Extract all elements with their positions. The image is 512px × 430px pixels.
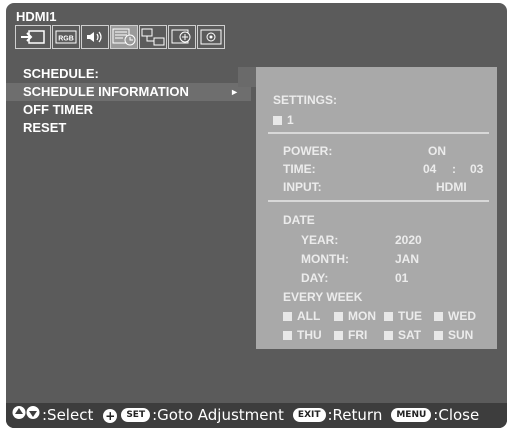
weekday-option-sat[interactable]: SAT — [384, 328, 421, 342]
time-hour: 04 — [423, 162, 437, 176]
weekday-option-wed[interactable]: WED — [434, 309, 476, 323]
every-week-label: EVERY WEEK — [283, 290, 363, 304]
input-label: INPUT: — [283, 180, 322, 194]
exit-key-icon: EXIT — [292, 407, 326, 422]
menu-heading: SCHEDULE: — [23, 66, 99, 81]
month-label: MONTH: — [301, 252, 349, 266]
checkbox-icon — [384, 312, 393, 321]
weekday-label: TUE — [398, 309, 422, 323]
rgb-icon: RGB — [55, 30, 77, 44]
time-minute: 03 — [470, 162, 484, 176]
day-label: DAY: — [301, 271, 329, 285]
settings-label: SETTINGS: — [273, 93, 338, 107]
day-value: 01 — [395, 271, 409, 285]
weekday-option-thu[interactable]: THU — [283, 328, 322, 342]
menu-item-label: OFF TIMER — [23, 102, 94, 117]
weekday-label: SAT — [398, 328, 422, 342]
tab-picture[interactable]: RGB — [52, 25, 80, 49]
protect-icon — [171, 29, 193, 45]
weekday-option-fri[interactable]: FRI — [334, 328, 367, 342]
rgb-icon-text: RGB — [58, 36, 74, 43]
weekday-label: THU — [297, 328, 322, 342]
checkbox-icon — [434, 331, 443, 340]
select-hint: :Select — [42, 405, 94, 424]
multi-display-icon — [141, 28, 165, 46]
tab-audio[interactable] — [81, 25, 109, 49]
menu-scroll-indicator — [238, 67, 256, 87]
tab-multi-display[interactable] — [139, 25, 167, 49]
year-label: YEAR: — [301, 233, 339, 247]
weekday-label: WED — [448, 309, 476, 323]
month-value: JAN — [395, 252, 420, 266]
tab-advanced[interactable] — [197, 25, 225, 49]
input-icon — [20, 29, 46, 45]
close-hint: :Close — [433, 405, 480, 424]
weekday-option-sun[interactable]: SUN — [434, 328, 473, 342]
tab-protect[interactable] — [168, 25, 196, 49]
checkbox-icon — [434, 312, 443, 321]
menu-item-label: RESET — [23, 120, 67, 135]
divider — [268, 132, 489, 134]
tab-input[interactable] — [15, 25, 51, 49]
checkbox-icon — [384, 331, 393, 340]
schedule-number-row[interactable]: 1 — [273, 113, 294, 127]
checkbox-icon — [283, 312, 292, 321]
window-title: HDMI1 — [16, 9, 57, 24]
checkbox-icon — [283, 331, 292, 340]
schedule-icon — [112, 28, 136, 46]
tab-schedule[interactable] — [110, 25, 138, 49]
checkbox-icon — [334, 331, 343, 340]
audio-icon — [85, 30, 105, 44]
key-guide: :Select + SET :Goto Adjustment EXIT :Ret… — [12, 405, 479, 424]
osd-window: HDMI1 RGB SCHEDULE: SCHEDULE INFORMATION… — [6, 3, 507, 428]
power-label: POWER: — [283, 144, 333, 158]
weekday-option-all[interactable]: ALL — [283, 309, 320, 323]
menu-key-icon: MENU — [391, 407, 432, 422]
menu-tab-bar: RGB — [15, 25, 226, 53]
menu-item-reset[interactable]: RESET — [6, 119, 251, 137]
time-label: TIME: — [283, 162, 316, 176]
weekday-label: ALL — [297, 309, 321, 323]
date-label: DATE — [283, 213, 315, 227]
year-value: 2020 — [395, 233, 422, 247]
key-guide-bar: :Select + SET :Goto Adjustment EXIT :Ret… — [6, 403, 507, 428]
weekday-option-tue[interactable]: TUE — [384, 309, 422, 323]
advanced-settings-icon — [200, 29, 222, 45]
weekday-label: SUN — [448, 328, 474, 342]
time-separator: : — [452, 162, 456, 176]
return-hint: :Return — [327, 405, 383, 424]
input-value: HDMI — [436, 180, 467, 194]
plus-key-icon: + — [103, 408, 118, 423]
menu-item-label: SCHEDULE INFORMATION — [23, 84, 189, 99]
schedule-info-panel: SETTINGS: 1 POWER: ON TIME: 04 : 03 INPU… — [256, 67, 497, 349]
checkbox-icon — [334, 312, 343, 321]
weekday-option-mon[interactable]: MON — [334, 309, 376, 323]
weekday-label: MON — [348, 309, 376, 323]
menu-item-schedule-information[interactable]: SCHEDULE INFORMATION ► — [6, 83, 251, 101]
weekday-label: FRI — [348, 328, 368, 342]
divider — [268, 200, 489, 202]
checkbox-icon — [273, 116, 282, 125]
power-value: ON — [428, 144, 446, 158]
set-key-icon: SET — [121, 407, 151, 422]
up-down-key-icon — [12, 405, 42, 424]
schedule-number: 1 — [287, 113, 294, 127]
schedule-menu: SCHEDULE: SCHEDULE INFORMATION ► OFF TIM… — [6, 65, 251, 137]
menu-item-off-timer[interactable]: OFF TIMER — [6, 101, 251, 119]
goto-adjustment-hint: :Goto Adjustment — [152, 405, 284, 424]
